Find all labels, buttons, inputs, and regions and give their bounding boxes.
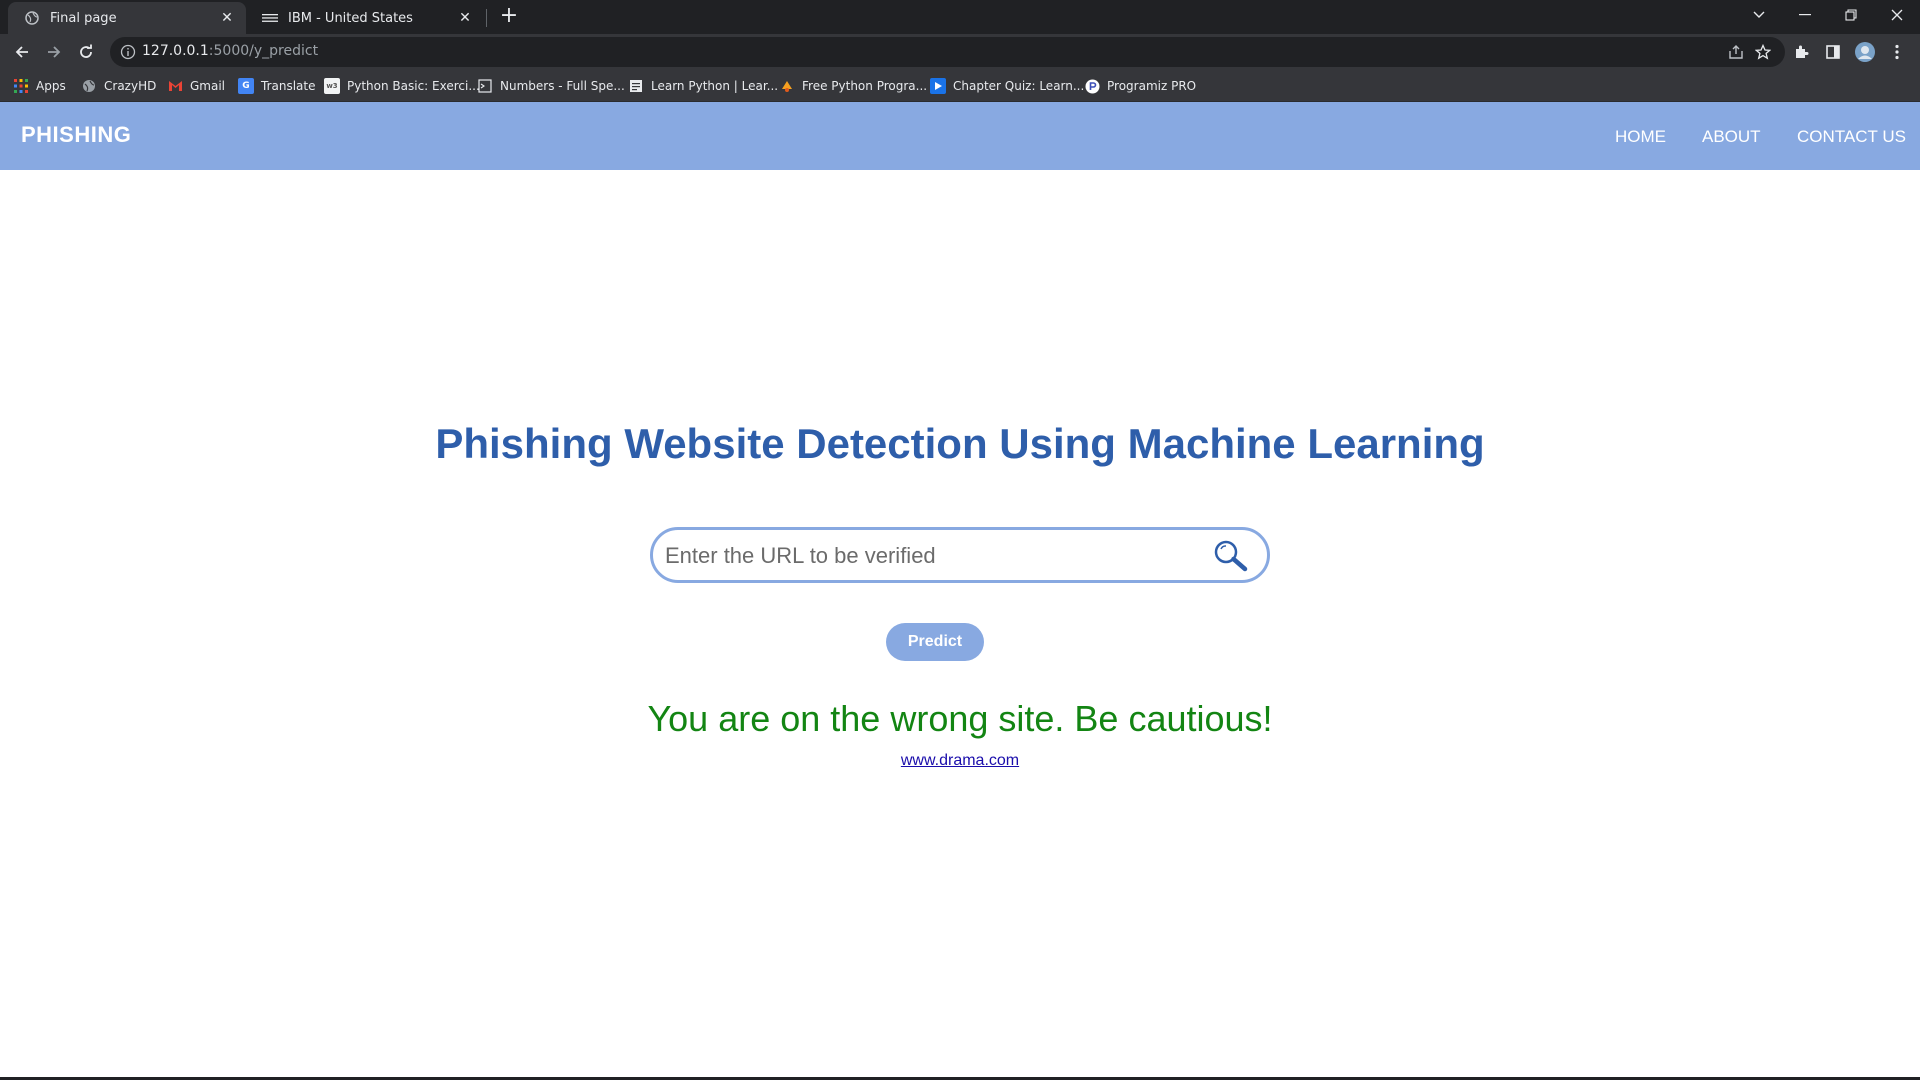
site-brand[interactable]: PHISHING	[21, 122, 131, 148]
bookmark-label: Programiz PRO	[1107, 79, 1197, 93]
bookmark-translate[interactable]: G Translate	[238, 76, 316, 96]
bookmark-label: Gmail	[190, 79, 226, 93]
address-bar[interactable]: 127.0.0.1:5000/y_predict	[110, 37, 1785, 67]
tab-title: Final page	[50, 10, 117, 26]
url-host: 127.0.0.1	[142, 43, 209, 59]
checked-url-link[interactable]: www.drama.com	[901, 752, 1019, 769]
bookmark-label: Translate	[261, 79, 316, 93]
bookmark-label: Numbers - Full Spe...	[500, 79, 625, 93]
nav-contact-link[interactable]: CONTACT US	[1797, 127, 1906, 147]
forward-button[interactable]	[40, 38, 68, 66]
bookmark-numbers[interactable]: Numbers - Full Spe...	[477, 76, 625, 96]
bookmark-free-python[interactable]: Free Python Progra...	[779, 76, 927, 96]
search-icon[interactable]	[1211, 538, 1251, 574]
bookmark-label: Apps	[36, 79, 66, 93]
extensions-puzzle-icon[interactable]	[1790, 41, 1812, 63]
globe-icon	[24, 10, 40, 26]
bookmark-gmail[interactable]: Gmail	[167, 76, 225, 96]
apps-grid-icon	[13, 78, 29, 94]
new-tab-button[interactable]: +	[498, 5, 520, 28]
play-icon	[930, 78, 946, 94]
restore-window-button[interactable]	[1828, 0, 1874, 30]
tab-divider	[486, 9, 487, 27]
gmail-icon	[167, 78, 183, 94]
bookmark-crazyhd[interactable]: CrazyHD	[81, 76, 156, 96]
site-info-icon[interactable]	[120, 44, 136, 60]
bookmark-label: Learn Python | Lear...	[651, 79, 779, 93]
tab-title: IBM - United States	[288, 10, 413, 26]
tab-search-chevron-icon[interactable]	[1736, 0, 1782, 30]
tab-ibm[interactable]: IBM - United States ✕	[246, 2, 484, 34]
w3resource-icon: w3	[324, 78, 340, 94]
page-icon	[628, 78, 644, 94]
bookmark-label: Python Basic: Exerci...	[347, 79, 480, 93]
tab-close-icon[interactable]: ✕	[456, 9, 474, 27]
page-viewport: PHISHING HOME ABOUT CONTACT US Phishing …	[0, 102, 1920, 1078]
page-title: Phishing Website Detection Using Machine…	[435, 420, 1485, 467]
translate-icon: G	[238, 78, 254, 94]
share-icon[interactable]	[1725, 41, 1747, 63]
bookmarks-bar: Apps CrazyHD Gmail G Translate w3 Python…	[0, 70, 1920, 102]
bookmark-star-icon[interactable]	[1752, 41, 1774, 63]
bookmark-chapter-quiz[interactable]: Chapter Quiz: Learn...	[930, 76, 1084, 96]
tab-close-icon[interactable]: ✕	[218, 9, 236, 27]
url-search-box	[650, 527, 1270, 583]
bookmark-programiz[interactable]: Programiz PRO	[1084, 76, 1196, 96]
checked-url: www.drama.com	[0, 752, 1920, 770]
bookmark-label: CrazyHD	[104, 79, 157, 93]
close-window-button[interactable]	[1874, 0, 1920, 30]
profile-avatar[interactable]	[1854, 41, 1876, 63]
bookmark-learn-python[interactable]: Learn Python | Lear...	[628, 76, 778, 96]
browser-menu-icon[interactable]	[1886, 41, 1908, 63]
nav-about-link[interactable]: ABOUT	[1702, 127, 1761, 147]
tab-final-page[interactable]: Final page ✕	[8, 2, 246, 34]
back-button[interactable]	[8, 38, 36, 66]
predict-button[interactable]: Predict	[886, 623, 984, 661]
address-url: 127.0.0.1:5000/y_predict	[142, 43, 318, 59]
minimize-window-button[interactable]	[1782, 0, 1828, 30]
nav-home-link[interactable]: HOME	[1615, 127, 1666, 147]
page-icon	[477, 78, 493, 94]
bookmark-apps[interactable]: Apps	[13, 76, 66, 96]
side-panel-icon[interactable]	[1822, 41, 1844, 63]
bookmark-label: Chapter Quiz: Learn...	[953, 79, 1085, 93]
bookmark-python-basic[interactable]: w3 Python Basic: Exerci...	[324, 76, 480, 96]
globe-icon	[81, 78, 97, 94]
bookmark-label: Free Python Progra...	[802, 79, 928, 93]
python-icon	[779, 78, 795, 94]
programiz-icon	[1084, 78, 1100, 94]
url-path: :5000/y_predict	[208, 43, 319, 59]
ibm-logo-icon	[262, 10, 278, 26]
browser-toolbar: 127.0.0.1:5000/y_predict	[0, 34, 1920, 70]
reload-button[interactable]	[72, 38, 100, 66]
url-input[interactable]	[665, 540, 1205, 572]
site-navbar: PHISHING HOME ABOUT CONTACT US	[0, 102, 1920, 170]
prediction-result: You are on the wrong site. Be cautious!	[647, 698, 1273, 739]
browser-tab-strip: Final page ✕ IBM - United States ✕ +	[0, 0, 1920, 34]
